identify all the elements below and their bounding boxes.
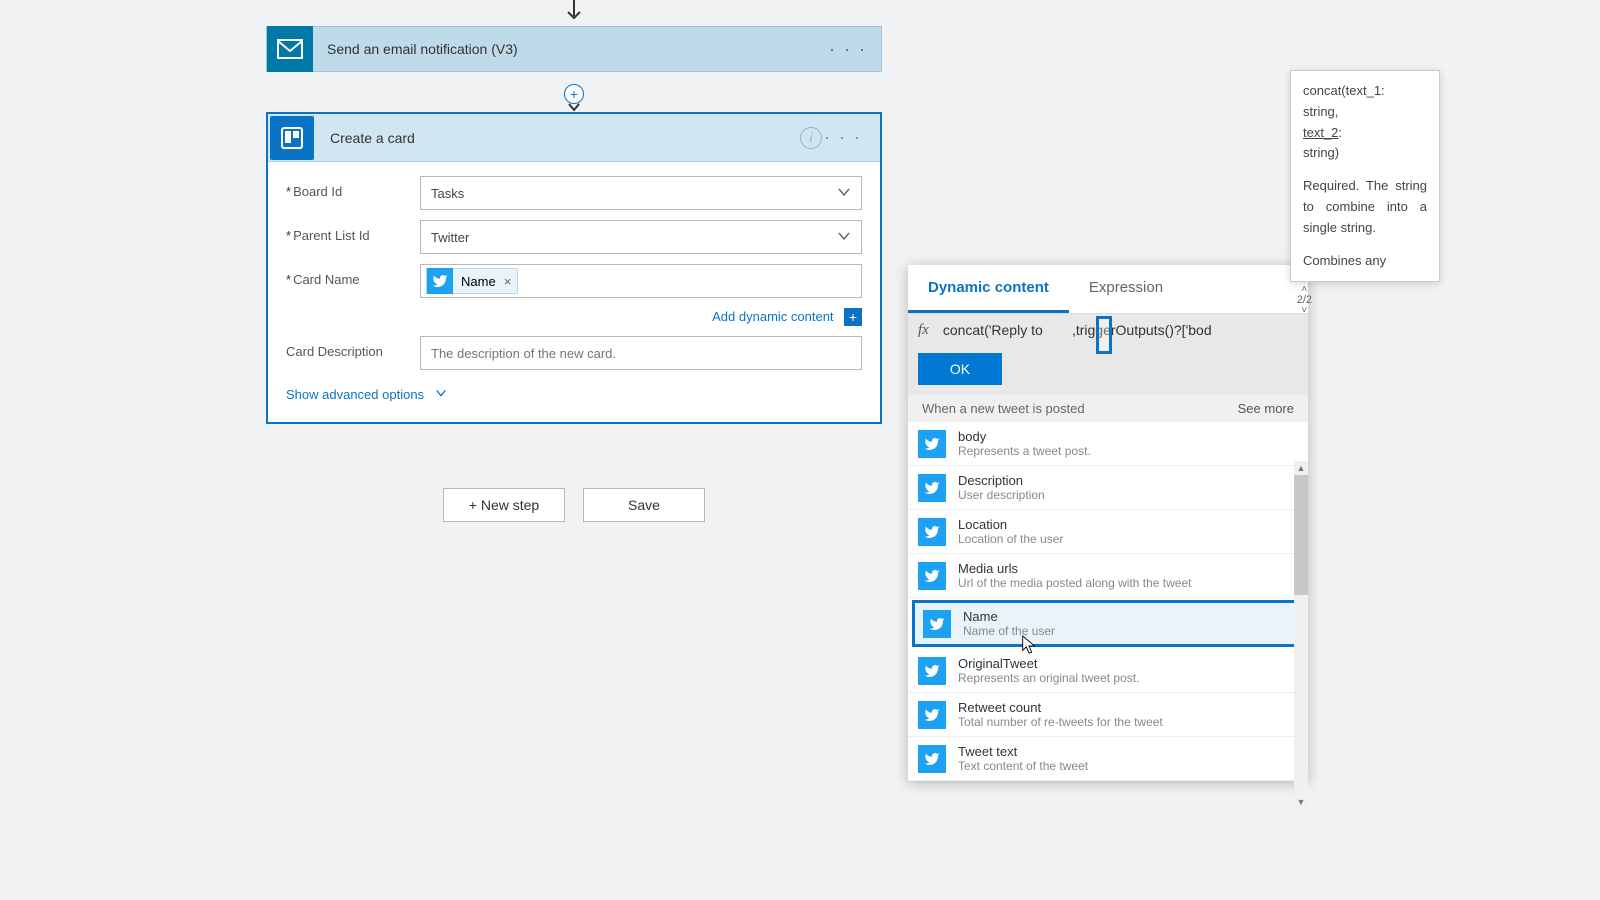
create-card-menu[interactable]: · · ·: [824, 127, 862, 148]
see-more-link[interactable]: See more: [1238, 401, 1294, 416]
item-description: Text content of the tweet: [958, 759, 1298, 773]
ok-button[interactable]: OK: [918, 353, 1002, 385]
expression-cursor-highlight: [1096, 316, 1112, 354]
section-title: When a new tweet is posted: [922, 401, 1085, 416]
twitter-icon: [918, 430, 946, 458]
twitter-icon: [918, 701, 946, 729]
dynamic-item-name[interactable]: NameName of the user: [912, 600, 1304, 647]
chevron-down-icon: [836, 228, 852, 249]
email-action-card[interactable]: Send an email notification (V3) · · ·: [266, 26, 882, 72]
dynamic-item-body[interactable]: bodyRepresents a tweet post.: [908, 422, 1308, 466]
item-description: Url of the media posted along with the t…: [958, 576, 1298, 590]
card-description-input[interactable]: [420, 336, 862, 370]
parent-list-label: *Parent List Id: [286, 220, 420, 243]
twitter-icon: [918, 562, 946, 590]
trello-icon: [270, 116, 314, 160]
connector-arrow-2: [566, 100, 582, 114]
add-dynamic-content-link[interactable]: Add dynamic content: [712, 309, 833, 324]
item-description: Name of the user: [963, 624, 1293, 638]
expression-text: concat('Reply to ,triggerOutputs()?['bod: [943, 322, 1212, 339]
item-title: body: [958, 429, 1298, 444]
expression-input-row[interactable]: fx concat('Reply to ,triggerOutputs()?['…: [908, 314, 1308, 347]
dynamic-item-originaltweet[interactable]: OriginalTweetRepresents an original twee…: [908, 649, 1308, 693]
fx-icon: fx: [918, 322, 929, 339]
item-description: Represents a tweet post.: [958, 444, 1298, 458]
chevron-down-icon: [434, 386, 448, 403]
board-id-label: *Board Id: [286, 176, 420, 199]
add-dynamic-plus-icon[interactable]: +: [844, 308, 862, 326]
twitter-icon: [918, 474, 946, 502]
email-card-title: Send an email notification (V3): [327, 41, 518, 57]
card-description-label: Card Description: [286, 336, 420, 359]
item-title: Location: [958, 517, 1298, 532]
connector-arrow: [564, 0, 584, 22]
dynamic-content-list: bodyRepresents a tweet post.DescriptionU…: [908, 422, 1308, 781]
token-remove[interactable]: ×: [504, 274, 512, 289]
save-button[interactable]: Save: [583, 488, 705, 522]
item-description: Represents an original tweet post.: [958, 671, 1298, 685]
create-card-action: Create a card i · · · *Board Id Tasks *P…: [266, 112, 882, 424]
parent-list-select[interactable]: Twitter: [420, 220, 862, 254]
chevron-down-icon: [836, 184, 852, 205]
tab-dynamic-content[interactable]: Dynamic content: [908, 265, 1069, 313]
item-description: User description: [958, 488, 1298, 502]
email-icon: [267, 26, 313, 72]
item-description: Total number of re-tweets for the tweet: [958, 715, 1298, 729]
item-title: Tweet text: [958, 744, 1298, 759]
item-title: Media urls: [958, 561, 1298, 576]
dynamic-item-media-urls[interactable]: Media urlsUrl of the media posted along …: [908, 554, 1308, 598]
create-card-title: Create a card: [330, 130, 415, 146]
twitter-icon: [918, 657, 946, 685]
card-name-label: *Card Name: [286, 264, 420, 287]
match-nav: ˄ 2/2 ˅: [1297, 285, 1312, 316]
create-card-header[interactable]: Create a card i · · ·: [268, 114, 880, 162]
board-id-select[interactable]: Tasks: [420, 176, 862, 210]
email-card-menu[interactable]: · · ·: [829, 39, 867, 60]
dynamic-item-retweet-count[interactable]: Retweet countTotal number of re-tweets f…: [908, 693, 1308, 737]
name-token[interactable]: Name ×: [426, 268, 518, 294]
item-title: Retweet count: [958, 700, 1298, 715]
new-step-button[interactable]: + New step: [443, 488, 565, 522]
dynamic-item-tweet-text[interactable]: Tweet textText content of the tweet: [908, 737, 1308, 781]
card-name-input[interactable]: Name ×: [420, 264, 862, 298]
item-title: OriginalTweet: [958, 656, 1298, 671]
info-icon[interactable]: i: [800, 127, 822, 149]
dynamic-content-panel: Dynamic content Expression ˄ 2/2 ˅ fx co…: [908, 265, 1308, 781]
item-title: Description: [958, 473, 1298, 488]
twitter-icon: [918, 518, 946, 546]
scroll-up-icon[interactable]: ▲: [1294, 461, 1308, 475]
board-id-value: Tasks: [431, 186, 464, 201]
token-label: Name: [461, 274, 496, 289]
scroll-thumb[interactable]: [1294, 475, 1308, 595]
function-tooltip: concat(text_1: string, text_2: string) R…: [1290, 70, 1440, 282]
twitter-icon: [427, 268, 453, 294]
twitter-icon: [918, 745, 946, 773]
item-description: Location of the user: [958, 532, 1298, 546]
tab-expression[interactable]: Expression: [1069, 265, 1183, 313]
dynamic-item-description[interactable]: DescriptionUser description: [908, 466, 1308, 510]
twitter-icon: [923, 610, 951, 638]
item-title: Name: [963, 609, 1293, 624]
parent-list-value: Twitter: [431, 230, 469, 245]
dynamic-item-location[interactable]: LocationLocation of the user: [908, 510, 1308, 554]
scroll-down-icon[interactable]: ▼: [1294, 795, 1308, 809]
show-advanced-toggle[interactable]: Show advanced options: [286, 386, 448, 403]
scrollbar[interactable]: ▲ ▼: [1294, 475, 1308, 795]
